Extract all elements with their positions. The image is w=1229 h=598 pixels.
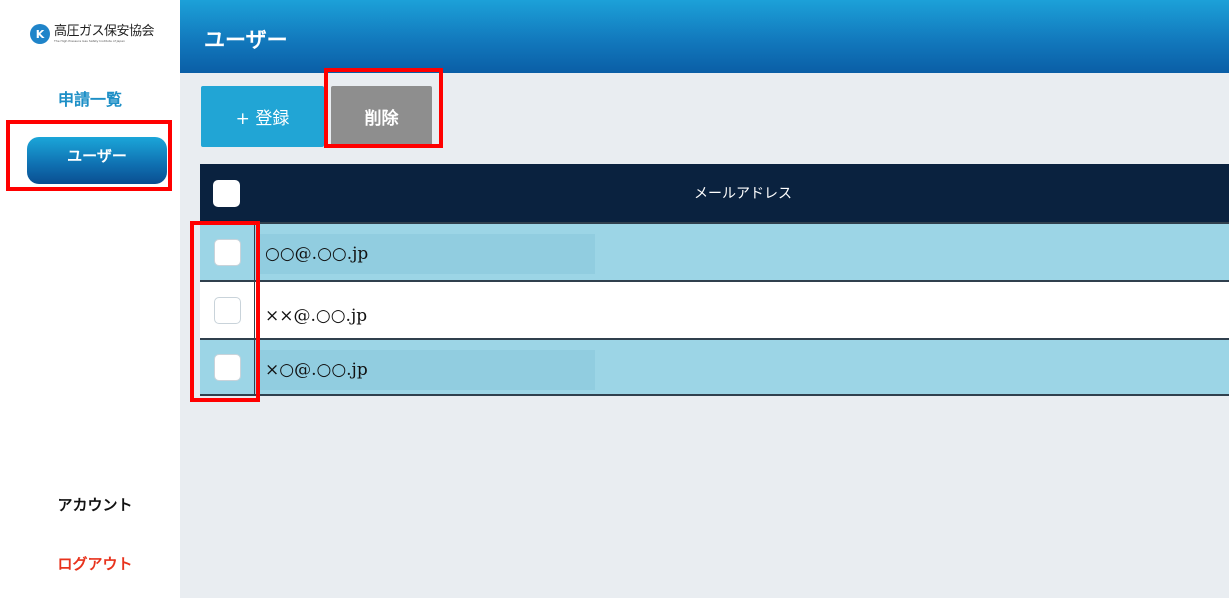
table-row: ×○@.○○.jp (200, 338, 1229, 396)
column-header-email: メールアドレス (255, 164, 1229, 222)
page-title: ユーザー (204, 28, 288, 52)
brand-name: 高圧ガス保安協会 (54, 24, 155, 39)
sidebar-item-account[interactable]: アカウント (0, 494, 190, 515)
table-row: ○○@.○○.jp (200, 222, 1229, 280)
email-cell: ××@.○○.jp (255, 282, 1229, 338)
select-all-checkbox[interactable] (213, 179, 240, 207)
row-checkbox[interactable] (213, 296, 241, 324)
row-check-cell (200, 224, 255, 280)
email-value[interactable]: ○○@.○○.jp (259, 234, 595, 274)
email-value[interactable]: ×○@.○○.jp (259, 350, 595, 390)
email-cell: ○○@.○○.jp (255, 224, 1229, 280)
sidebar: K 高圧ガス保安協会 The High Pressure Gas Safety … (0, 0, 180, 598)
user-table: メールアドレス ○○@.○○.jp ××@.○○.jp ×○@.○○.jp (200, 164, 1229, 396)
row-checkbox[interactable] (213, 238, 241, 266)
table-header: メールアドレス (200, 164, 1229, 222)
table-row: ××@.○○.jp (200, 280, 1229, 338)
sidebar-item-logout[interactable]: ログアウト (0, 553, 190, 574)
header-check-cell (200, 164, 255, 222)
main-content: + 登録 削除 メールアドレス ○○@.○○.jp ××@.○○.jp ×○@.… (180, 73, 1229, 598)
brand-logo[interactable]: K 高圧ガス保安協会 The High Pressure Gas Safety … (30, 24, 155, 44)
row-check-cell (200, 282, 255, 338)
brand-subtitle: The High Pressure Gas Safety Institute o… (54, 39, 125, 43)
row-checkbox[interactable] (213, 353, 241, 381)
sidebar-item-applications[interactable]: 申請一覧 (0, 86, 180, 110)
delete-button[interactable]: 削除 (331, 86, 432, 147)
email-cell: ×○@.○○.jp (255, 340, 1229, 394)
row-check-cell (200, 340, 255, 394)
page-header: ユーザー (180, 0, 1229, 73)
email-value[interactable]: ××@.○○.jp (259, 296, 595, 336)
register-button[interactable]: + 登録 (201, 86, 324, 147)
brand-text: 高圧ガス保安協会 The High Pressure Gas Safety In… (54, 24, 155, 44)
khk-logo-icon: K (30, 24, 50, 44)
sidebar-item-users[interactable]: ユーザー (27, 137, 167, 184)
